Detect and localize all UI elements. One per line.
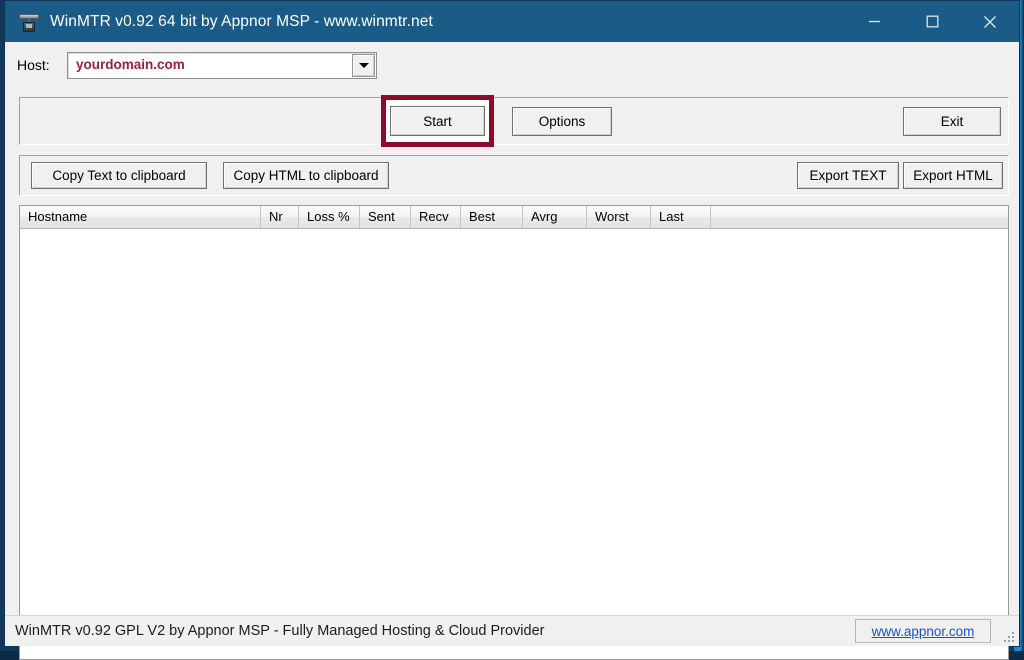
exit-button[interactable]: Exit xyxy=(903,107,1001,136)
client-area: Host: yourdomain.com Start Options Exit … xyxy=(5,42,1019,615)
host-input[interactable]: yourdomain.com xyxy=(67,52,377,79)
winmtr-window: WinMTR v0.92 64 bit by Appnor MSP - www.… xyxy=(4,0,1020,647)
maximize-icon[interactable] xyxy=(903,1,961,42)
copy-text-to-clipboard-button[interactable]: Copy Text to clipboard xyxy=(31,162,207,189)
column-header-worst[interactable]: Worst xyxy=(587,206,651,228)
minimize-icon[interactable] xyxy=(845,1,903,42)
desktop-background: WinMTR v0.92 64 bit by Appnor MSP - www.… xyxy=(0,0,1024,651)
listview-body[interactable] xyxy=(20,229,1008,660)
options-button[interactable]: Options xyxy=(512,107,612,136)
column-header-recv[interactable]: Recv xyxy=(411,206,461,228)
status-bar-text: WinMTR v0.92 GPL V2 by Appnor MSP - Full… xyxy=(15,623,544,639)
column-header-hostname[interactable]: Hostname xyxy=(20,206,261,228)
column-header-last[interactable]: Last xyxy=(651,206,711,228)
status-bar: WinMTR v0.92 GPL V2 by Appnor MSP - Full… xyxy=(5,615,1019,646)
column-header-best[interactable]: Best xyxy=(461,206,523,228)
resize-grip-icon[interactable] xyxy=(1000,628,1016,644)
appnor-website-link[interactable]: www.appnor.com xyxy=(872,624,975,639)
window-title: WinMTR v0.92 64 bit by Appnor MSP - www.… xyxy=(50,13,433,31)
export-text-button[interactable]: Export TEXT xyxy=(797,162,899,189)
status-link-pane[interactable]: www.appnor.com xyxy=(855,619,991,643)
window-controls xyxy=(845,1,1019,42)
title-bar[interactable]: WinMTR v0.92 64 bit by Appnor MSP - www.… xyxy=(5,1,1019,42)
listview-header: HostnameNrLoss %SentRecvBestAvrgWorstLas… xyxy=(20,206,1008,229)
start-button[interactable]: Start xyxy=(390,106,485,136)
column-header-filler xyxy=(711,206,1008,228)
chevron-down-icon[interactable] xyxy=(352,54,375,77)
column-header-loss[interactable]: Loss % xyxy=(299,206,360,228)
column-header-nr[interactable]: Nr xyxy=(261,206,299,228)
column-header-sent[interactable]: Sent xyxy=(360,206,411,228)
column-header-avrg[interactable]: Avrg xyxy=(523,206,587,228)
trace-results-listview[interactable]: HostnameNrLoss %SentRecvBestAvrgWorstLas… xyxy=(19,205,1009,660)
export-html-button[interactable]: Export HTML xyxy=(903,162,1003,189)
host-label: Host: xyxy=(17,57,50,73)
host-input-value: yourdomain.com xyxy=(76,57,185,72)
network-tower-icon xyxy=(18,11,40,33)
close-icon[interactable] xyxy=(961,1,1019,42)
copy-html-to-clipboard-button[interactable]: Copy HTML to clipboard xyxy=(223,162,389,189)
